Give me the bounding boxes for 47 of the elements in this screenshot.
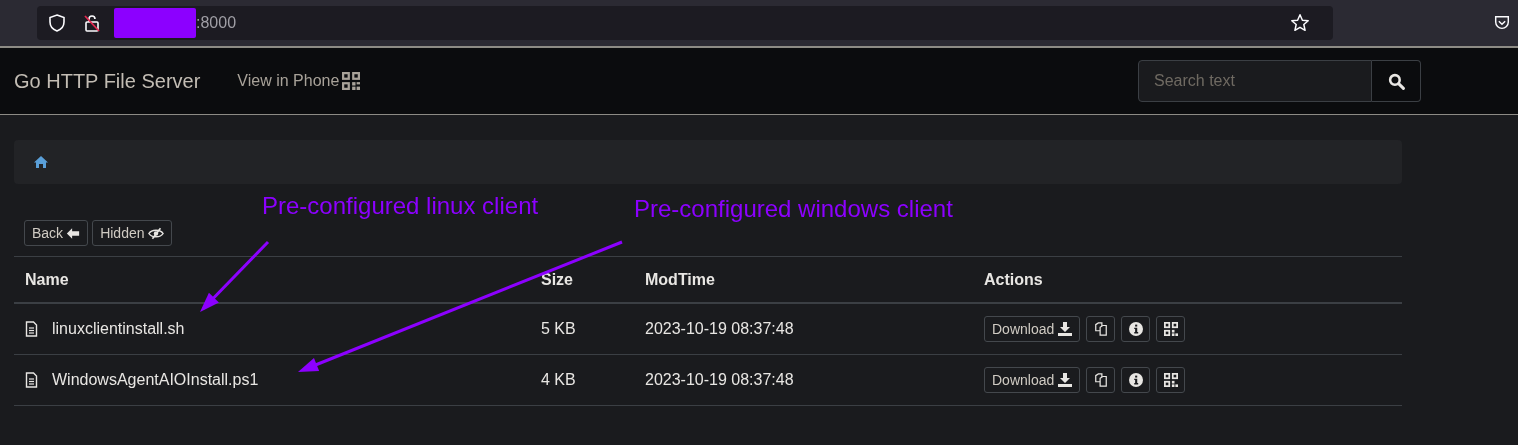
file-name-link[interactable]: linuxclientinstall.sh xyxy=(52,320,185,338)
pocket-icon[interactable] xyxy=(1493,14,1511,32)
hidden-files-button[interactable]: Hidden xyxy=(92,220,172,246)
qr-code-icon xyxy=(1163,373,1178,387)
url-text[interactable]: :8000 xyxy=(196,14,237,32)
insecure-lock-icon[interactable] xyxy=(82,13,102,33)
download-button[interactable]: Download xyxy=(984,367,1081,393)
qr-code-icon xyxy=(342,72,361,90)
column-header: Actions xyxy=(984,270,1044,289)
file-icon xyxy=(25,321,38,337)
copy-button[interactable] xyxy=(1086,367,1116,393)
arrow-left-icon xyxy=(66,226,81,240)
file-size: 5 KB xyxy=(541,320,577,338)
modified-time: 2023-10-19 08:37:48 xyxy=(645,320,795,338)
search-button[interactable] xyxy=(1372,60,1421,102)
eye-slash-icon xyxy=(147,226,164,240)
column-header: Name xyxy=(25,270,70,289)
download-button[interactable]: Download xyxy=(984,316,1081,342)
file-name-link[interactable]: WindowsAgentAIOInstall.ps1 xyxy=(52,371,259,389)
shield-icon[interactable] xyxy=(47,13,67,33)
qr-code-button[interactable] xyxy=(1156,367,1186,393)
view-in-phone-link[interactable]: View in Phone xyxy=(237,72,361,90)
site-title[interactable]: Go HTTP File Server xyxy=(14,69,201,93)
file-size: 4 KB xyxy=(541,371,577,389)
annotation-arrow xyxy=(200,240,270,312)
search-icon xyxy=(1387,72,1405,90)
modified-time: 2023-10-19 08:37:48 xyxy=(645,371,795,389)
column-header: ModTime xyxy=(645,270,716,289)
info-button[interactable] xyxy=(1121,316,1151,342)
file-icon xyxy=(25,372,38,388)
copy-icon xyxy=(1093,373,1108,387)
bookmark-star-icon[interactable] xyxy=(1290,13,1310,33)
annotation-label: Pre-configured windows client xyxy=(634,195,953,223)
back-button[interactable]: Back xyxy=(24,220,89,246)
annotation-label: Pre-configured linux client xyxy=(262,192,539,220)
download-icon xyxy=(1058,322,1073,336)
search-field[interactable]: Search text xyxy=(1138,60,1372,102)
copy-icon xyxy=(1093,322,1108,336)
download-icon xyxy=(1058,373,1073,387)
info-icon xyxy=(1128,322,1143,336)
copy-button[interactable] xyxy=(1086,316,1116,342)
info-icon xyxy=(1128,373,1143,387)
info-button[interactable] xyxy=(1121,367,1151,393)
qr-code-button[interactable] xyxy=(1156,316,1186,342)
home-icon[interactable] xyxy=(33,155,49,169)
qr-code-icon xyxy=(1163,322,1178,336)
column-header: Size xyxy=(541,270,574,289)
